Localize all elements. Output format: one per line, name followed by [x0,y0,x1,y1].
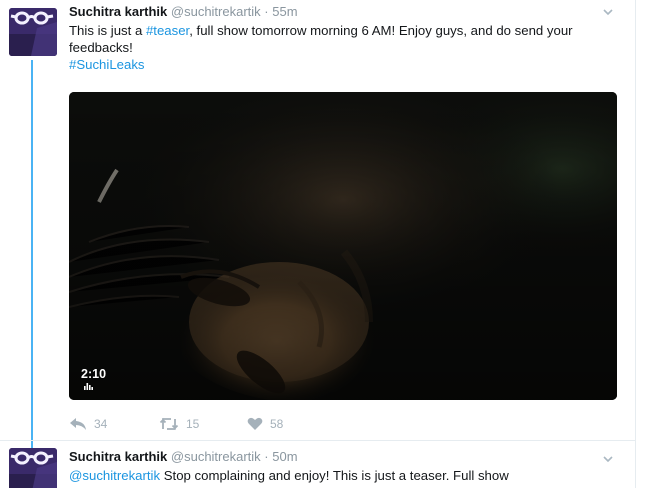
reply-icon [70,418,86,430]
tweet-thread-page: Suchitra karthik @suchitrekartik · 55m T… [0,0,650,488]
audio-bars-icon [84,383,93,390]
tweet-second[interactable]: Suchitra karthik @suchitrekartik · 50m @… [0,440,636,488]
retweet-icon [159,417,179,431]
reply-button[interactable]: 34 [69,414,107,434]
like-button[interactable]: 58 [247,414,283,434]
tweet-header: Suchitra karthik @suchitrekartik · 55m [69,3,298,21]
separator-dot: · [264,4,269,19]
retweet-button[interactable]: 15 [159,414,199,434]
avatar[interactable] [9,448,57,488]
retweet-count: 15 [186,417,200,431]
hashtag-link[interactable]: #SuchiLeaks [69,57,145,72]
mention-link[interactable]: @suchitrekartik [69,468,160,483]
timestamp[interactable]: 55m [272,4,297,19]
display-name[interactable]: Suchitra karthik [69,449,167,464]
hashtag-link[interactable]: #teaser [146,23,189,38]
reply-count: 34 [94,417,108,431]
tweet-first[interactable]: Suchitra karthik @suchitrekartik · 55m T… [0,0,636,440]
display-name[interactable]: Suchitra karthik [69,4,167,19]
video-duration: 2:10 [81,367,106,390]
like-count: 58 [270,417,284,431]
tweet-text: @suchitrekartik Stop complaining and enj… [69,467,609,484]
tweet-header: Suchitra karthik @suchitrekartik · 50m [69,448,298,466]
timestamp[interactable]: 50m [272,449,297,464]
tweet-actions: 34 15 58 [69,414,469,434]
user-handle[interactable]: @suchitrekartik [171,449,261,464]
tweet-text: This is just a #teaser, full show tomorr… [69,22,609,73]
avatar[interactable] [9,8,57,56]
video-thumbnail [69,92,617,400]
separator-dot: · [264,449,269,464]
user-handle[interactable]: @suchitrekartik [171,4,261,19]
chevron-down-icon[interactable] [602,6,614,18]
heart-icon [247,417,263,430]
video-player[interactable]: 2:10 [69,92,617,400]
video-duration-text: 2:10 [81,367,107,381]
tweet-text-part: This is just a [69,23,146,38]
avatar-glasses-image [9,448,57,488]
avatar-glasses-image [9,8,57,56]
chevron-down-icon[interactable] [602,453,614,465]
tweet-text-part: Stop complaining and enjoy! This is just… [160,468,509,483]
